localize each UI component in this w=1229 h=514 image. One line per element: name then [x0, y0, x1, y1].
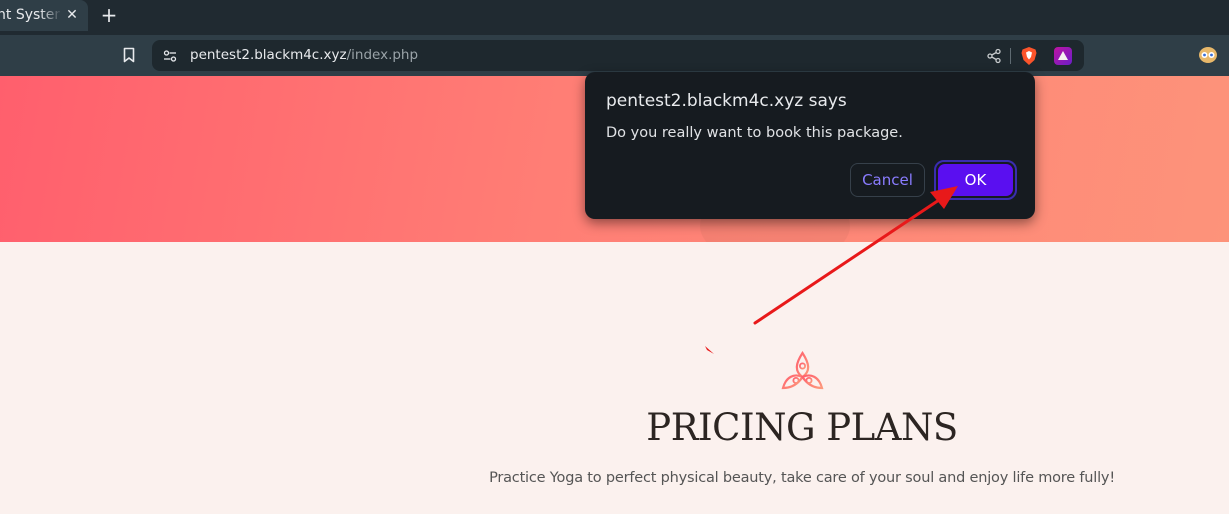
plus-icon[interactable]: + — [99, 5, 119, 25]
url-text: pentest2.blackm4c.xyz/index.php — [190, 40, 418, 71]
omnibox-divider — [1010, 48, 1011, 64]
brave-rewards-icon[interactable] — [1054, 47, 1072, 65]
url-path: /index.php — [346, 47, 419, 63]
confirm-dialog: pentest2.blackm4c.xyz says Do you really… — [585, 72, 1035, 219]
tab-title-fade — [40, 0, 62, 31]
pricing-title: PRICING PLANS — [646, 406, 958, 449]
lotus-icon — [781, 351, 824, 390]
site-settings-icon[interactable] — [162, 48, 178, 64]
url-host: pentest2.blackm4c.xyz — [190, 47, 347, 63]
bookmark-icon[interactable] — [120, 46, 138, 64]
dialog-message: Do you really want to book this package. — [606, 125, 903, 141]
cancel-button[interactable]: Cancel — [850, 163, 925, 197]
share-icon[interactable] — [986, 48, 1002, 64]
browser-toolbar: pentest2.blackm4c.xyz/index.php — [0, 35, 1229, 76]
browser-tab[interactable]: nt System ✕ — [0, 0, 88, 31]
dialog-title: pentest2.blackm4c.xyz says — [606, 91, 847, 111]
close-icon[interactable]: ✕ — [64, 7, 80, 23]
ok-button[interactable]: OK — [938, 164, 1013, 196]
pricing-subtitle: Practice Yoga to perfect physical beauty… — [489, 470, 1115, 486]
tab-strip: nt System ✕ + — [0, 0, 1229, 35]
brave-shield-icon[interactable] — [1020, 46, 1038, 66]
profile-avatar-icon[interactable] — [1198, 46, 1218, 64]
address-bar[interactable]: pentest2.blackm4c.xyz/index.php — [152, 40, 1084, 71]
